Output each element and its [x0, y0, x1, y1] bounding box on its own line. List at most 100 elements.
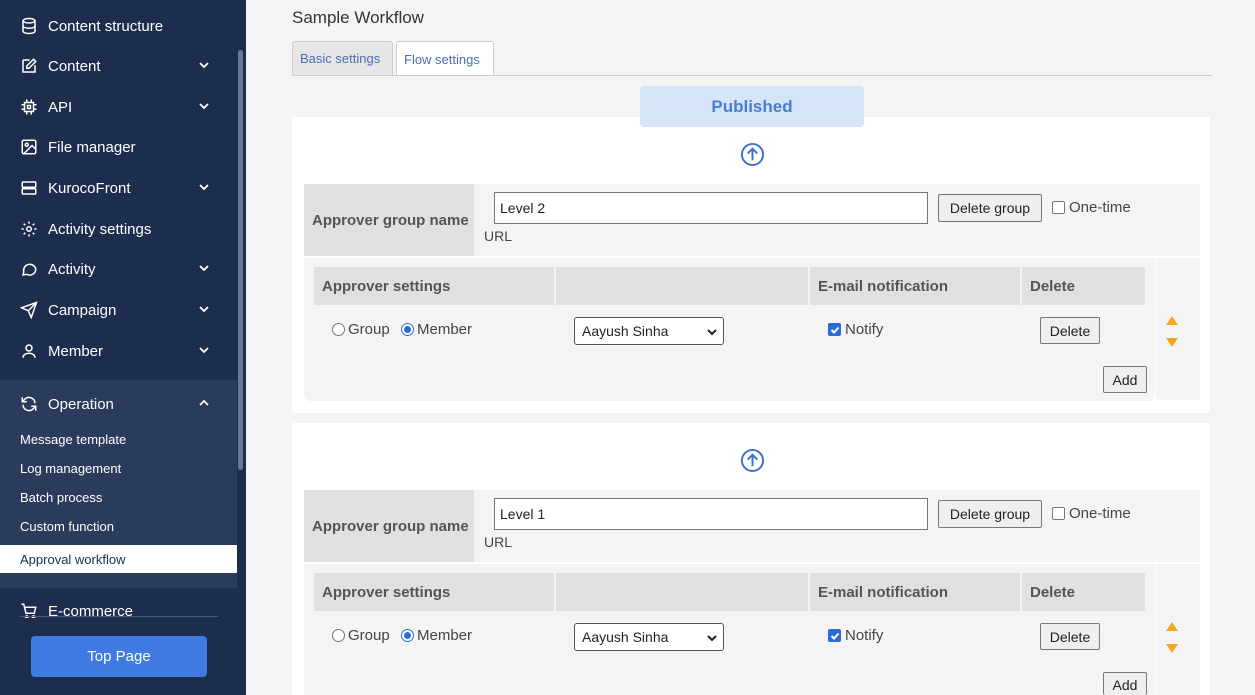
- tab-flow-settings[interactable]: Flow settings: [396, 41, 494, 76]
- group-side-cell: [1156, 184, 1200, 255]
- delete-approver-button[interactable]: Delete: [1040, 623, 1100, 650]
- sidebar-scrollbar[interactable]: [238, 50, 243, 470]
- sidebar-subitem-custom-function[interactable]: Custom function: [0, 512, 237, 540]
- radio-circle[interactable]: [332, 323, 345, 336]
- checkbox-label: One-time: [1069, 199, 1131, 216]
- check-icon: [830, 632, 839, 640]
- member-select[interactable]: Aayush Sinha: [574, 623, 724, 651]
- add-approver-button[interactable]: Add: [1103, 672, 1147, 695]
- sidebar-subitem-batch-process[interactable]: Batch process: [0, 483, 237, 511]
- top-page-button[interactable]: Top Page: [31, 636, 207, 677]
- gear-icon: [20, 220, 38, 238]
- sidebar-item-kurocofront[interactable]: KurocoFront: [0, 168, 237, 208]
- sidebar-item-member[interactable]: Member: [0, 331, 237, 371]
- sidebar-item-content-structure[interactable]: Content structure: [0, 6, 237, 46]
- sidebar-item-label: Operation: [48, 395, 114, 413]
- subitem-label: Batch process: [20, 489, 103, 505]
- reorder-cell: [1156, 564, 1200, 695]
- check-icon: [830, 326, 839, 334]
- radio-member[interactable]: Member: [401, 627, 472, 644]
- sidebar-item-label: Content structure: [48, 17, 164, 35]
- database-icon: [20, 17, 38, 35]
- checkbox-box[interactable]: [1052, 507, 1065, 520]
- sidebar-item-activity[interactable]: Activity: [0, 249, 237, 289]
- url-label: URL: [484, 228, 513, 244]
- sidebar-item-campaign[interactable]: Campaign: [0, 290, 237, 330]
- chevron-down-icon: [707, 635, 717, 642]
- sidebar-item-label: Content: [48, 57, 101, 75]
- checkbox-label: Notify: [845, 627, 884, 644]
- radio-group[interactable]: Group: [332, 627, 390, 644]
- subitem-label: Message template: [20, 431, 127, 447]
- move-down-icon[interactable]: [1166, 644, 1178, 653]
- notify-checkbox[interactable]: Notify: [828, 321, 883, 338]
- member-select[interactable]: Aayush Sinha: [574, 317, 724, 345]
- group-name-input[interactable]: [494, 498, 928, 530]
- sidebar-item-label: Activity settings: [48, 220, 152, 238]
- group-side-cell: [1156, 490, 1200, 561]
- chevron-down-icon: [199, 184, 209, 191]
- header-blank: [556, 267, 808, 305]
- delete-approver-button[interactable]: Delete: [1040, 317, 1100, 344]
- sidebar-item-label: Activity: [48, 260, 96, 278]
- chevron-down-icon: [199, 306, 209, 313]
- radio-label: Member: [417, 321, 473, 338]
- checkbox-label: One-time: [1069, 505, 1131, 522]
- delete-group-button[interactable]: Delete group: [938, 194, 1042, 222]
- approver-group-label: Approver group name: [304, 490, 474, 562]
- subitem-label: Custom function: [20, 518, 114, 534]
- sidebar-subitem-log-management[interactable]: Log management: [0, 454, 237, 482]
- move-up-icon[interactable]: [1166, 622, 1178, 631]
- sidebar-item-label: Campaign: [48, 301, 117, 319]
- chevron-down-icon: [199, 265, 209, 272]
- sidebar-item-file-manager[interactable]: File manager: [0, 127, 237, 167]
- sidebar-item-label: KurocoFront: [48, 179, 131, 197]
- checkbox-label: Notify: [845, 321, 884, 338]
- sidebar-subitem-message-template[interactable]: Message template: [0, 425, 237, 453]
- tab-basic-settings[interactable]: Basic settings: [292, 41, 393, 75]
- sidebar-subitem-approval-workflow[interactable]: Approval workflow: [0, 545, 237, 573]
- reorder-cell: [1156, 258, 1200, 400]
- sidebar-divider: [20, 616, 218, 617]
- delete-group-button[interactable]: Delete group: [938, 500, 1042, 528]
- radio-member[interactable]: Member: [401, 321, 472, 338]
- one-time-checkbox[interactable]: One-time: [1052, 199, 1131, 216]
- send-icon: [20, 301, 38, 319]
- move-up-icon[interactable]: [1166, 316, 1178, 325]
- edit-icon: [20, 57, 38, 75]
- radio-group[interactable]: Group: [332, 321, 390, 338]
- radio-circle[interactable]: [332, 629, 345, 642]
- status-badge: Published: [640, 86, 864, 127]
- sidebar-item-activity-settings[interactable]: Activity settings: [0, 209, 237, 249]
- arrow-up-circle-icon[interactable]: [740, 448, 765, 473]
- radio-label: Group: [348, 321, 390, 338]
- sidebar-item-label: API: [48, 98, 73, 116]
- checkbox-box[interactable]: [1052, 201, 1065, 214]
- checkbox-box[interactable]: [828, 629, 841, 642]
- one-time-checkbox[interactable]: One-time: [1052, 505, 1131, 522]
- sidebar-item-operation[interactable]: Operation: [0, 384, 237, 424]
- header-email-notification: E-mail notification: [810, 267, 1020, 305]
- chip-icon: [20, 98, 38, 116]
- chevron-down-icon: [199, 103, 209, 110]
- radio-circle[interactable]: [401, 323, 414, 336]
- server-icon: [20, 179, 38, 197]
- notify-checkbox[interactable]: Notify: [828, 627, 883, 644]
- header-delete: Delete: [1022, 267, 1145, 305]
- chevron-up-icon: [199, 399, 209, 406]
- sidebar-item-content[interactable]: Content: [0, 46, 237, 86]
- radio-circle[interactable]: [401, 629, 414, 642]
- radio-label: Member: [417, 627, 473, 644]
- add-approver-button[interactable]: Add: [1103, 366, 1147, 393]
- sidebar-item-api[interactable]: API: [0, 87, 237, 127]
- header-delete: Delete: [1022, 573, 1145, 611]
- move-down-icon[interactable]: [1166, 338, 1178, 347]
- image-icon: [20, 138, 38, 156]
- header-blank: [556, 573, 808, 611]
- checkbox-box[interactable]: [828, 323, 841, 336]
- url-label: URL: [484, 534, 513, 550]
- group-name-input[interactable]: [494, 192, 928, 224]
- arrow-up-circle-icon[interactable]: [740, 142, 765, 167]
- user-icon: [20, 342, 38, 360]
- chevron-down-icon: [199, 347, 209, 354]
